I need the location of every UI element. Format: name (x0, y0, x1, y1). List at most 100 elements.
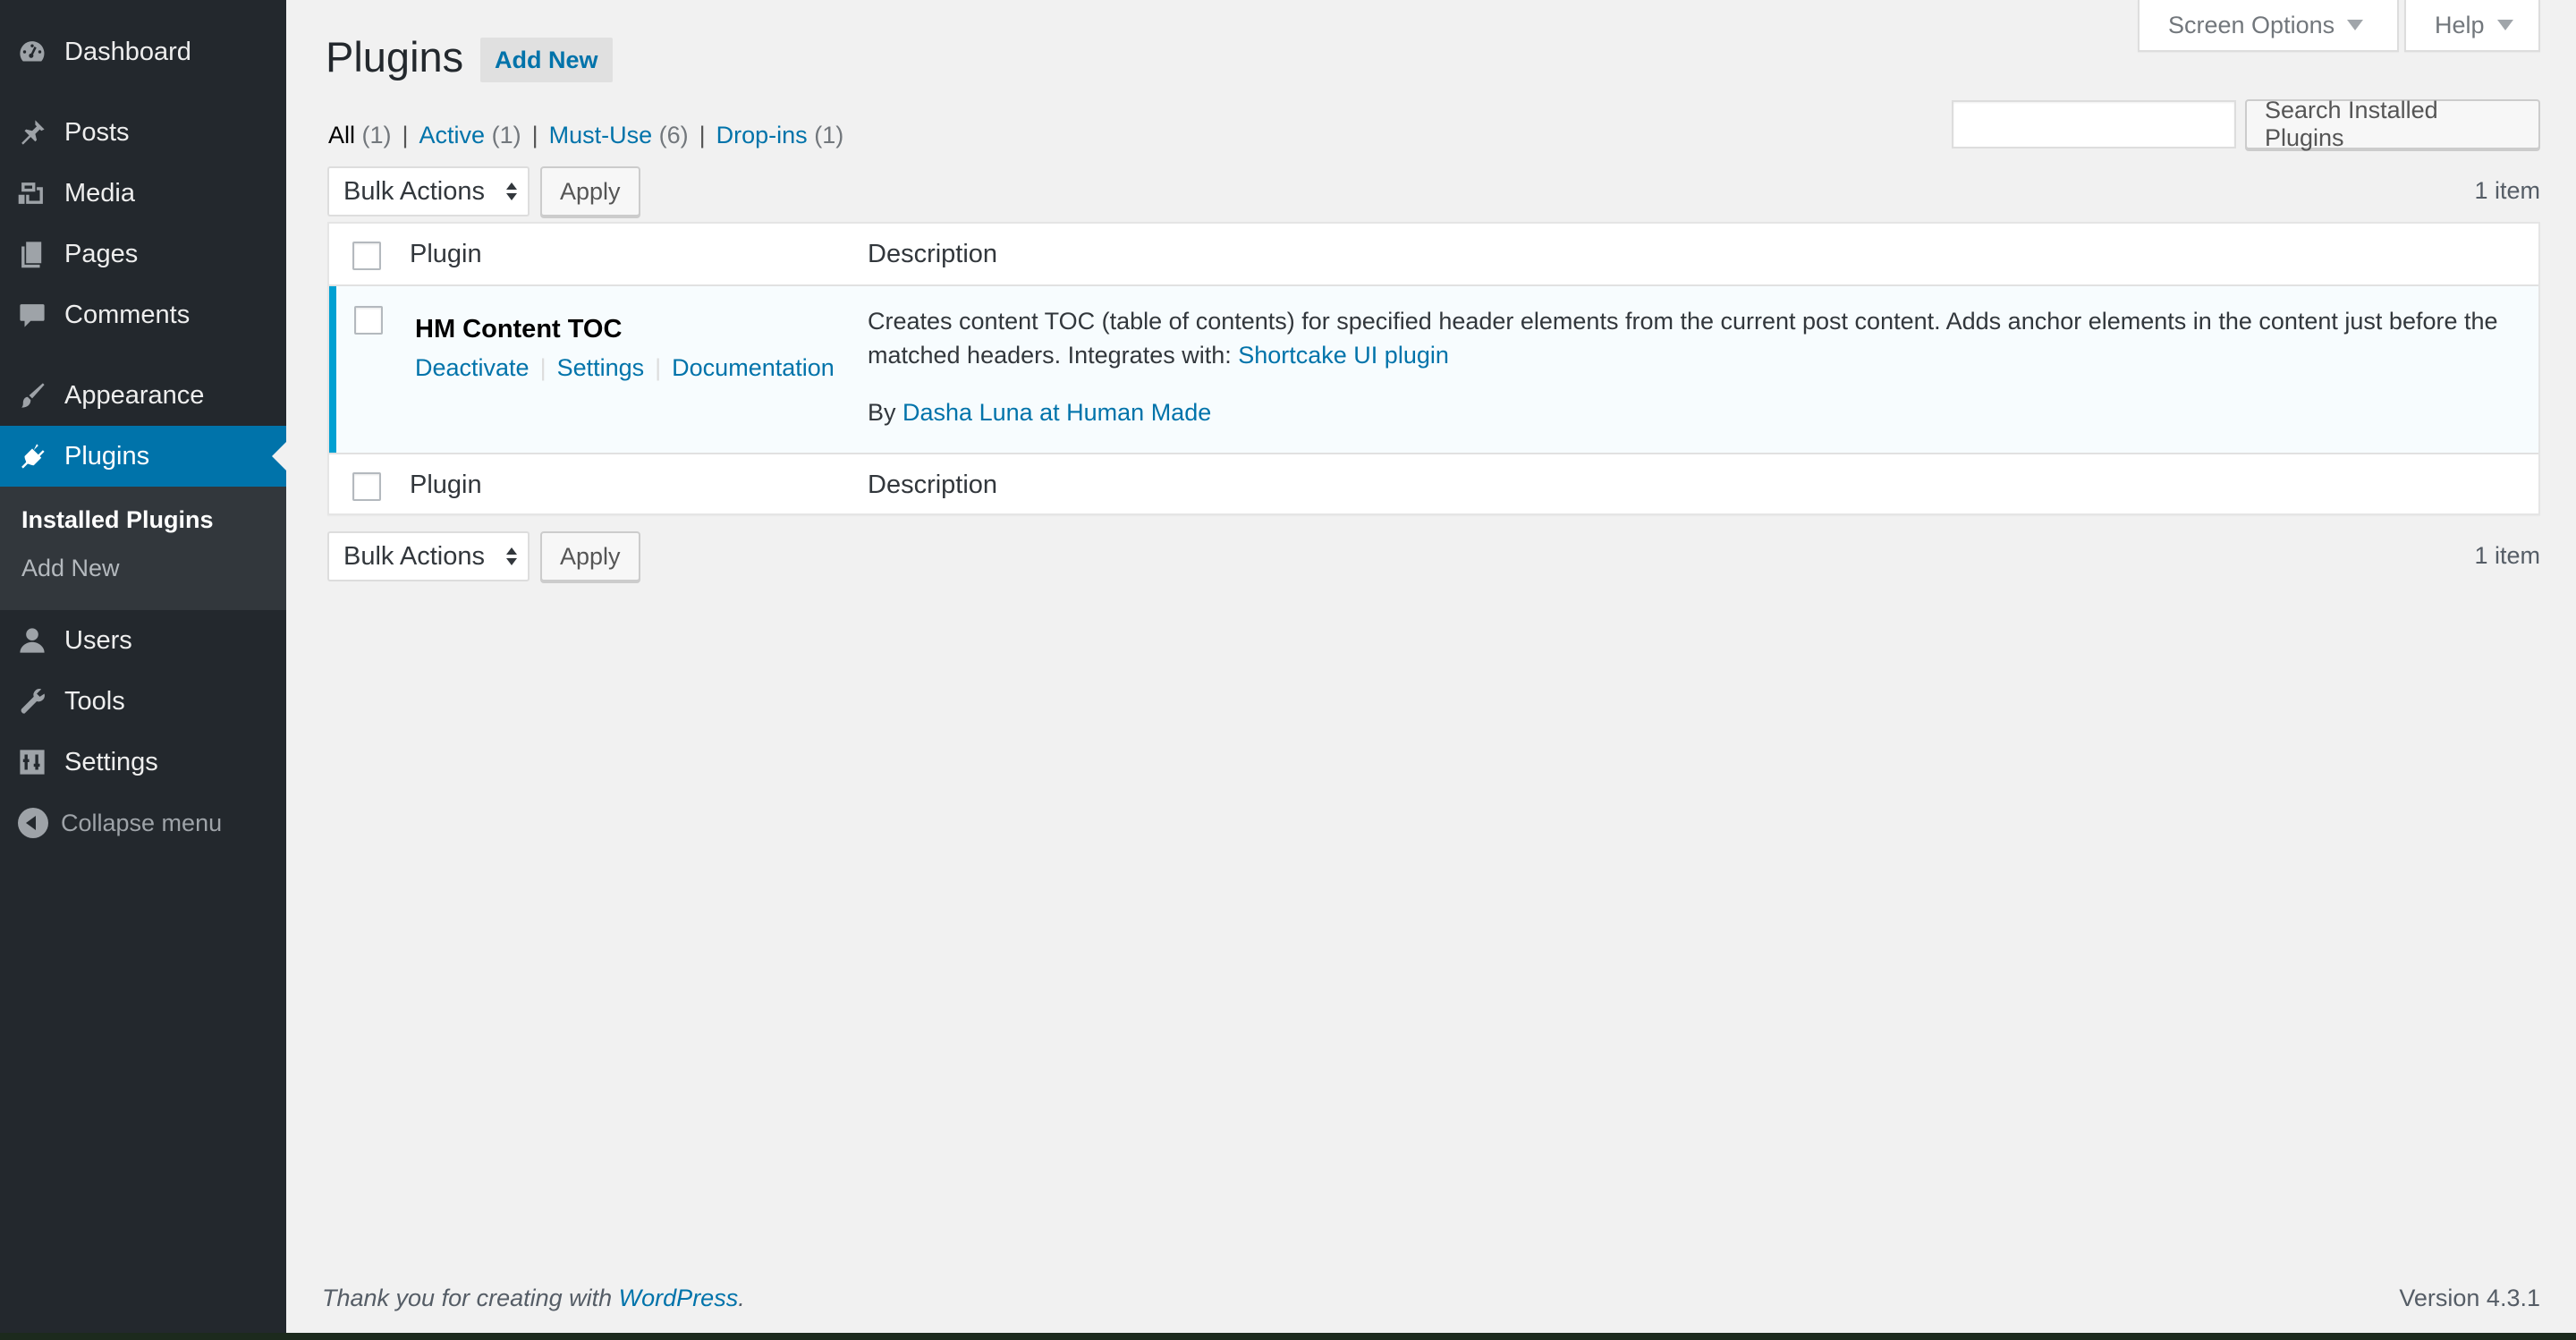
collapse-arrow-icon (18, 808, 48, 838)
apply-button-bottom[interactable]: Apply (540, 531, 640, 581)
sidebar-item-label: Media (64, 178, 135, 208)
sidebar-item-tools[interactable]: Tools (0, 671, 286, 732)
window-bottom-edge (0, 1333, 2576, 1340)
select-arrows-icon (506, 547, 517, 565)
sidebar-item-users[interactable]: Users (0, 610, 286, 671)
author-link[interactable]: Dasha Luna at Human Made (902, 399, 1211, 426)
footer-version: Version 4.3.1 (2399, 1285, 2540, 1311)
search-plugins-button[interactable]: Search Installed Plugins (2245, 97, 2540, 151)
select-arrows-icon (506, 182, 517, 200)
sidebar-item-posts[interactable]: Posts (0, 102, 286, 163)
filter-must-use-label: Must-Use (548, 122, 653, 148)
sidebar-item-plugins[interactable]: Plugins (0, 426, 286, 487)
filter-all-count: (1) (361, 122, 392, 148)
filter-active-label: Active (419, 122, 486, 148)
footer-thanks-suffix: . (738, 1285, 745, 1311)
wordpress-link[interactable]: WordPress (619, 1285, 739, 1311)
column-footer-description[interactable]: Description (868, 471, 997, 500)
column-header-plugin[interactable]: Plugin (410, 240, 482, 269)
user-icon (14, 623, 50, 658)
filter-all[interactable]: All (1) (328, 122, 392, 148)
chevron-down-icon (2496, 20, 2513, 30)
filter-separator: | (699, 122, 706, 148)
action-separator: | (539, 354, 547, 381)
sidebar-item-dashboard[interactable]: Dashboard (0, 21, 286, 82)
column-header-description[interactable]: Description (868, 240, 997, 269)
media-icon (14, 175, 50, 211)
apply-button-top[interactable]: Apply (540, 166, 640, 216)
filter-dropins[interactable]: Drop-ins (1) (716, 122, 844, 148)
pin-icon (14, 114, 50, 150)
plugin-description-text: Creates content TOC (table of contents) … (868, 308, 2498, 369)
plug-icon (14, 438, 50, 474)
documentation-link[interactable]: Documentation (672, 354, 835, 381)
filter-must-use[interactable]: Must-Use (6) (549, 122, 689, 148)
sidebar-item-settings[interactable]: Settings (0, 732, 286, 793)
plugin-search-input[interactable] (1952, 100, 2236, 148)
action-separator: | (655, 354, 662, 381)
deactivate-link[interactable]: Deactivate (415, 354, 530, 381)
pages-icon (14, 236, 50, 272)
filter-must-use-count: (6) (658, 122, 689, 148)
column-footer-plugin[interactable]: Plugin (410, 471, 482, 500)
sidebar-item-label: Posts (64, 117, 130, 147)
sidebar-item-pages[interactable]: Pages (0, 224, 286, 284)
item-count-bottom: 1 item (2474, 542, 2540, 569)
item-count-top: 1 item (2474, 177, 2540, 204)
screen-options-button[interactable]: Screen Options (2138, 0, 2399, 52)
page-title: Plugins (326, 33, 464, 81)
footer-thanks-prefix: Thank you for creating with (322, 1285, 619, 1311)
filter-dropins-count: (1) (814, 122, 844, 148)
filter-separator: | (531, 122, 538, 148)
chevron-down-icon (2347, 20, 2364, 30)
help-label: Help (2435, 11, 2485, 38)
filter-active[interactable]: Active (1) (419, 122, 521, 148)
sidebar-item-media[interactable]: Media (0, 163, 286, 224)
table-header: Plugin Description (329, 224, 2538, 286)
collapse-menu-button[interactable]: Collapse menu (0, 794, 286, 852)
plugin-description: Creates content TOC (table of contents) … (868, 304, 2528, 372)
sidebar-item-label: Dashboard (64, 37, 191, 66)
footer-thanks: Thank you for creating with WordPress. (322, 1285, 745, 1312)
plugin-status-filters: All (1) | Active (1) | Must-Use (6) | Drop-ins… (328, 122, 843, 149)
sidebar-item-label: Plugins (64, 441, 150, 471)
sidebar-item-label: Settings (64, 747, 158, 776)
sidebar-item-label: Users (64, 625, 132, 655)
settings-link[interactable]: Settings (557, 354, 645, 381)
table-row: HM Content TOC Deactivate | Settings | Docum… (329, 286, 2538, 453)
filter-dropins-label: Drop-ins (716, 122, 808, 148)
sidebar-item-label: Comments (64, 300, 191, 329)
bulk-actions-select-top[interactable]: Bulk Actions (327, 166, 530, 216)
filter-separator: | (402, 122, 409, 148)
add-new-plugin-button[interactable]: Add New (480, 38, 613, 82)
plugin-byline: By Dasha Luna at Human Made (868, 399, 1211, 427)
filter-active-count: (1) (491, 122, 521, 148)
submenu-installed-plugins[interactable]: Installed Plugins (21, 506, 214, 534)
sidebar-item-appearance[interactable]: Appearance (0, 365, 286, 426)
submenu-add-new[interactable]: Add New (21, 555, 120, 582)
plugin-name: HM Content TOC (415, 315, 623, 343)
filter-all-label: All (328, 122, 356, 148)
dashboard-icon (14, 34, 50, 70)
sidebar-item-comments[interactable]: Comments (0, 284, 286, 345)
wrench-icon (14, 683, 50, 719)
plugins-table: Plugin Description HM Content TOC Deacti… (327, 222, 2540, 515)
row-checkbox[interactable] (354, 306, 383, 335)
bulk-actions-value: Bulk Actions (343, 176, 485, 206)
brush-icon (14, 377, 50, 413)
plugins-submenu: Installed Plugins Add New (0, 487, 286, 610)
select-all-checkbox[interactable] (352, 242, 381, 270)
table-footer: Plugin Description (329, 453, 2538, 515)
comment-icon (14, 297, 50, 333)
bulk-actions-value: Bulk Actions (343, 541, 485, 571)
screen-options-label: Screen Options (2168, 11, 2335, 38)
row-actions: Deactivate | Settings | Documentation (415, 354, 835, 382)
help-button[interactable]: Help (2404, 0, 2540, 52)
sidebar-item-label: Appearance (64, 380, 205, 410)
shortcake-ui-link[interactable]: Shortcake UI plugin (1238, 342, 1449, 369)
sliders-icon (14, 744, 50, 780)
collapse-menu-label: Collapse menu (61, 809, 223, 836)
select-all-checkbox-bottom[interactable] (352, 472, 381, 501)
bulk-actions-select-bottom[interactable]: Bulk Actions (327, 531, 530, 581)
sidebar-item-label: Pages (64, 239, 139, 268)
